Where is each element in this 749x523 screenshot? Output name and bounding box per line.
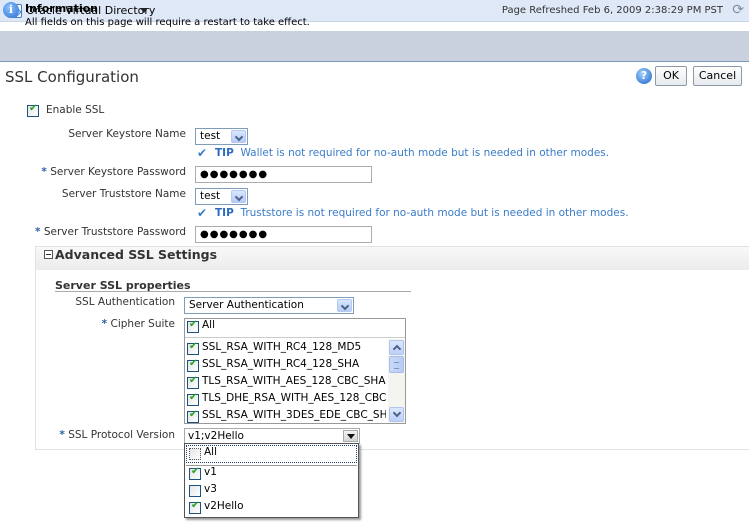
cipher-suite-label: * Cipher Suite (101, 318, 175, 330)
chevron-down-icon[interactable] (231, 130, 246, 143)
ok-button[interactable]: OK (655, 66, 687, 86)
chevron-down-icon[interactable] (140, 8, 148, 13)
list-divider (185, 337, 405, 338)
protocol-option-checkbox[interactable] (189, 500, 201, 514)
keystore-name-select[interactable]: test (195, 128, 248, 145)
required-marker: * (59, 429, 65, 441)
cipher-item-label[interactable]: SSL_RSA_WITH_RC4_128_SHA (202, 358, 386, 370)
cipher-item-checkbox[interactable] (187, 392, 199, 406)
protocol-option-checkbox[interactable] (189, 466, 201, 480)
truststore-name-value: test (200, 190, 221, 202)
cipher-scrollbar[interactable] (388, 339, 405, 423)
protocol-option-label[interactable]: v3 (204, 483, 217, 495)
cipher-item-checkbox[interactable] (187, 341, 199, 355)
refresh-icon[interactable]: ⟳ (732, 2, 744, 18)
section-divider (55, 291, 411, 292)
keystore-password-field[interactable]: ●●●●●●● (195, 166, 372, 183)
info-message: All fields on this page will require a r… (25, 17, 310, 28)
cipher-item-checkbox[interactable] (187, 375, 199, 389)
protocol-option-checkbox[interactable] (189, 485, 201, 497)
page-title: SSL Configuration (5, 68, 139, 86)
help-icon[interactable]: ? (636, 68, 652, 84)
keystore-password-label: * Server Keystore Password (41, 166, 186, 178)
cipher-item-checkbox[interactable] (187, 358, 199, 372)
tip-icon: ✔ (197, 146, 208, 160)
truststore-name-label: Server Truststore Name (61, 188, 186, 200)
truststore-tip: TIP Truststore is not required for no-au… (215, 207, 629, 219)
dropdown-arrow-icon[interactable] (343, 430, 358, 442)
tip-label: TIP (215, 207, 234, 219)
advanced-ssl-title[interactable]: Advanced SSL Settings (55, 247, 217, 262)
information-banner (0, 31, 749, 62)
tip-text: Wallet is not required for no-auth mode … (240, 147, 610, 159)
cancel-button[interactable]: Cancel (693, 66, 742, 86)
protocol-option-label[interactable]: v2Hello (204, 500, 244, 512)
keystore-tip: TIP Wallet is not required for no-auth m… (215, 147, 609, 159)
cipher-item-label[interactable]: SSL_RSA_WITH_3DES_EDE_CBC_SHA (202, 409, 386, 421)
cipher-item-label[interactable]: SSL_RSA_WITH_RC4_128_MD5 (202, 341, 386, 353)
keystore-name-label: Server Keystore Name (68, 128, 186, 140)
cipher-item-checkbox[interactable] (187, 409, 199, 423)
chevron-down-icon[interactable] (337, 299, 352, 312)
cipher-item-label[interactable]: TLS_DHE_RSA_WITH_AES_128_CBC_S (202, 392, 386, 404)
info-title: Information (25, 2, 98, 15)
cipher-item-label[interactable]: TLS_RSA_WITH_AES_128_CBC_SHA (202, 375, 386, 387)
ssl-authentication-value: Server Authentication (189, 299, 304, 311)
collapse-icon[interactable] (44, 250, 53, 259)
cipher-all-label: All (202, 319, 216, 331)
cipher-all-checkbox[interactable] (187, 319, 199, 333)
chevron-down-icon[interactable] (231, 190, 246, 203)
keystore-name-value: test (200, 130, 221, 142)
tip-label: TIP (215, 147, 234, 159)
scroll-down-icon[interactable] (389, 407, 404, 422)
scroll-up-icon[interactable] (389, 340, 404, 355)
enable-ssl-label: Enable SSL (46, 104, 105, 116)
protocol-option-label[interactable]: v1 (204, 466, 217, 478)
truststore-password-field[interactable]: ●●●●●●● (195, 226, 372, 243)
enable-ssl-checkbox[interactable] (27, 103, 39, 117)
info-icon: i (3, 2, 19, 18)
required-marker: * (101, 318, 108, 330)
required-marker: * (41, 166, 47, 178)
scroll-thumb[interactable] (389, 356, 404, 373)
page-refreshed-text: Page Refreshed Feb 6, 2009 2:38:29 PM PS… (501, 5, 723, 16)
truststore-password-label: * Server Truststore Password (35, 226, 186, 238)
ssl-authentication-select[interactable]: Server Authentication (184, 297, 354, 314)
tip-icon: ✔ (197, 206, 208, 220)
ssl-protocol-version-label: * SSL Protocol Version (59, 429, 175, 441)
ssl-protocol-version-select[interactable]: v1;v2Hello (184, 428, 360, 444)
protocol-option-checkbox[interactable] (189, 448, 201, 460)
truststore-name-select[interactable]: test (195, 188, 248, 205)
tip-text: Truststore is not required for no-auth m… (240, 207, 629, 219)
required-marker: * (35, 226, 41, 238)
protocol-option-label[interactable]: All (204, 446, 217, 458)
ssl-authentication-label: SSL Authentication (75, 296, 175, 308)
